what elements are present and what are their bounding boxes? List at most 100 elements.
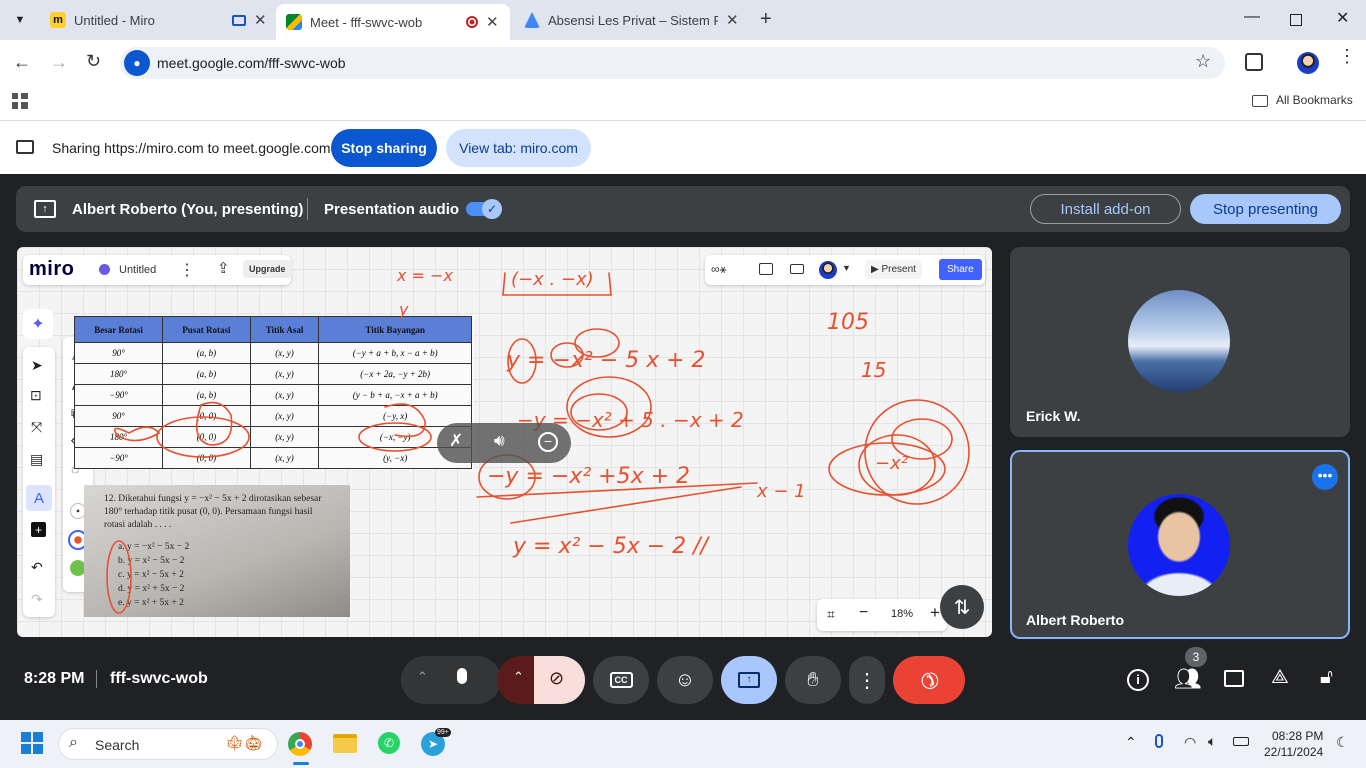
wifi-icon[interactable]: ◠ <box>1184 734 1196 751</box>
handwriting-text: x − 1 <box>756 481 806 502</box>
tab-search-button[interactable]: ▼ <box>10 10 30 30</box>
swap-view-button[interactable]: ⇅ <box>940 585 984 629</box>
tab-sharing-bar: Sharing https://miro.com to meet.google.… <box>0 121 1366 174</box>
presentation-stage: miro Untitled ⋮ ⇪ Upgrade ∞⚹ ▼ ▶ Present… <box>17 247 992 637</box>
minimize-preview-icon[interactable]: − <box>538 432 558 452</box>
file-explorer-icon[interactable] <box>333 734 357 753</box>
stop-sharing-button[interactable]: Stop sharing <box>331 129 437 167</box>
battery-icon[interactable] <box>1233 737 1249 746</box>
sharing-text: Sharing https://miro.com to meet.google.… <box>52 140 331 156</box>
windows-taskbar: ⌕ Search 🍁︎🎃︎ ✆ ➤ 99+ ⌃ ◠ 🔈︎ 08:28 PM 22… <box>0 720 1366 768</box>
zoom-toolbar: ⌗ − 18% + <box>817 599 947 631</box>
leave-call-button[interactable]: ✆ <box>893 656 965 704</box>
close-tab-icon[interactable]: ✕ <box>486 13 499 31</box>
clock-time[interactable]: 08:28 PM <box>1272 729 1323 743</box>
handwriting-text: y <box>398 300 409 319</box>
divider <box>307 198 308 220</box>
screen-share-indicator-icon <box>232 14 246 26</box>
more-options-button[interactable]: ⋮ <box>849 656 885 704</box>
handwriting-text: 105 <box>827 310 869 335</box>
whatsapp-icon[interactable]: ✆ <box>378 732 400 754</box>
reload-icon[interactable]: ↻ <box>86 51 101 72</box>
taskbar-search[interactable]: ⌕ Search 🍁︎🎃︎ <box>58 728 278 760</box>
tab-absensi[interactable]: Absensi Les Privat – Sistem Rua ✕ <box>514 4 754 36</box>
bookmark-star-icon[interactable]: ☆ <box>1195 51 1211 72</box>
activities-icon[interactable]: ⟁ <box>1271 666 1289 689</box>
notifications-icon[interactable]: ☾ <box>1336 734 1349 751</box>
speaker-icon[interactable]: 🔊︎ <box>494 431 505 451</box>
clock-date[interactable]: 22/11/2024 <box>1264 745 1323 759</box>
new-tab-button[interactable]: + <box>760 8 772 31</box>
tab-meet[interactable]: Meet - fff-swvc-wob ✕ <box>276 4 510 40</box>
stop-presenting-button[interactable]: Stop presenting <box>1190 194 1341 224</box>
apps-grid-icon[interactable] <box>12 93 28 109</box>
close-tab-icon[interactable]: ✕ <box>726 11 739 29</box>
presenter-label: Albert Roberto (You, presenting) <box>72 201 304 218</box>
back-icon[interactable]: ← <box>13 52 31 73</box>
captions-button[interactable]: CC <box>593 656 649 704</box>
autumn-leaves-icon: 🍁︎🎃︎ <box>225 735 264 752</box>
view-tab-button[interactable]: View tab: miro.com <box>446 129 591 167</box>
address-bar[interactable]: ● meet.google.com/fff-swvc-wob ☆ <box>120 47 1225 79</box>
forward-icon[interactable]: → <box>50 52 68 73</box>
tab-title: Untitled - Miro <box>74 12 155 28</box>
more-options-icon[interactable]: ••• <box>1312 464 1338 490</box>
circle-annotation <box>106 540 132 614</box>
raise-hand-button[interactable]: ✋︎ <box>785 656 841 704</box>
host-controls-icon[interactable]: 🔓︎ <box>1320 666 1333 689</box>
captions-icon: CC <box>609 672 633 688</box>
dot-circle-annotation <box>195 401 233 446</box>
chevron-up-icon: ⌃ <box>417 669 428 684</box>
search-icon: ⌕ <box>69 734 78 751</box>
windows-start-icon[interactable] <box>21 732 43 754</box>
zoom-in-icon[interactable]: + <box>930 603 940 623</box>
zoom-level[interactable]: 18% <box>891 608 913 620</box>
active-indicator <box>293 762 309 765</box>
install-addon-button[interactable]: Install add-on <box>1030 194 1181 224</box>
microphone-tray-icon[interactable] <box>1155 734 1163 748</box>
presenting-bar: ↑ Albert Roberto (You, presenting) Prese… <box>16 186 1350 232</box>
chevron-up-icon: ⌃ <box>513 669 524 684</box>
browser-menu-icon[interactable]: ⋮ <box>1338 47 1356 65</box>
fit-to-screen-icon[interactable]: ⌗ <box>827 606 835 623</box>
handwriting-text: 15 <box>861 358 886 382</box>
microphone-icon <box>457 668 467 684</box>
underline-stroke <box>510 486 742 524</box>
handwriting-text: x = −x <box>396 266 453 285</box>
chat-icon[interactable] <box>1224 670 1244 687</box>
meeting-code: fff-swvc-wob <box>110 670 208 687</box>
audio-settings-button[interactable]: ⌃ <box>401 656 501 704</box>
minimize-icon[interactable]: — <box>1244 8 1260 26</box>
volume-icon[interactable]: 🔈︎ <box>1208 733 1216 750</box>
show-hidden-icons[interactable]: ⌃ <box>1125 734 1137 751</box>
dot-circle-annotation <box>384 403 426 438</box>
screen-share-icon <box>16 140 34 154</box>
miro-favicon-icon: m <box>50 12 66 28</box>
zoom-out-icon[interactable]: − <box>859 604 868 622</box>
all-bookmarks-link[interactable]: All Bookmarks <box>1276 93 1353 107</box>
present-now-button[interactable]: ↑ <box>721 656 777 704</box>
mute-presenter-icon[interactable]: ✗ <box>449 431 463 451</box>
reactions-button[interactable]: ☺ <box>657 656 713 704</box>
participant-avatar <box>1128 290 1230 392</box>
meeting-info-icon[interactable]: i <box>1127 669 1149 691</box>
handwriting-text: (−x . −x) <box>511 269 594 290</box>
close-tab-icon[interactable]: ✕ <box>254 11 267 29</box>
participant-tile-self[interactable]: ••• Albert Roberto <box>1010 450 1350 639</box>
url-text[interactable]: meet.google.com/fff-swvc-wob <box>157 55 346 71</box>
folder-icon <box>1252 95 1268 107</box>
apps-script-favicon-icon <box>524 12 540 28</box>
video-settings-button[interactable]: ⌃ ⊘ <box>497 656 585 704</box>
extensions-icon[interactable] <box>1245 53 1263 71</box>
close-window-icon[interactable]: ✕ <box>1336 8 1349 28</box>
tab-miro[interactable]: m Untitled - Miro ✕ <box>40 4 270 36</box>
restore-icon[interactable] <box>1290 14 1302 26</box>
profile-avatar[interactable] <box>1297 52 1319 74</box>
presentation-audio-label: Presentation audio <box>324 201 460 218</box>
participant-tile[interactable]: Erick W. <box>1010 247 1350 437</box>
circle-annotation <box>358 422 432 452</box>
chrome-center-icon <box>295 739 305 749</box>
meeting-time: 8:28 PM <box>24 670 85 687</box>
microphone-in-use-icon[interactable]: ● <box>124 50 150 76</box>
people-icon[interactable]: 👥︎ <box>1174 666 1202 692</box>
